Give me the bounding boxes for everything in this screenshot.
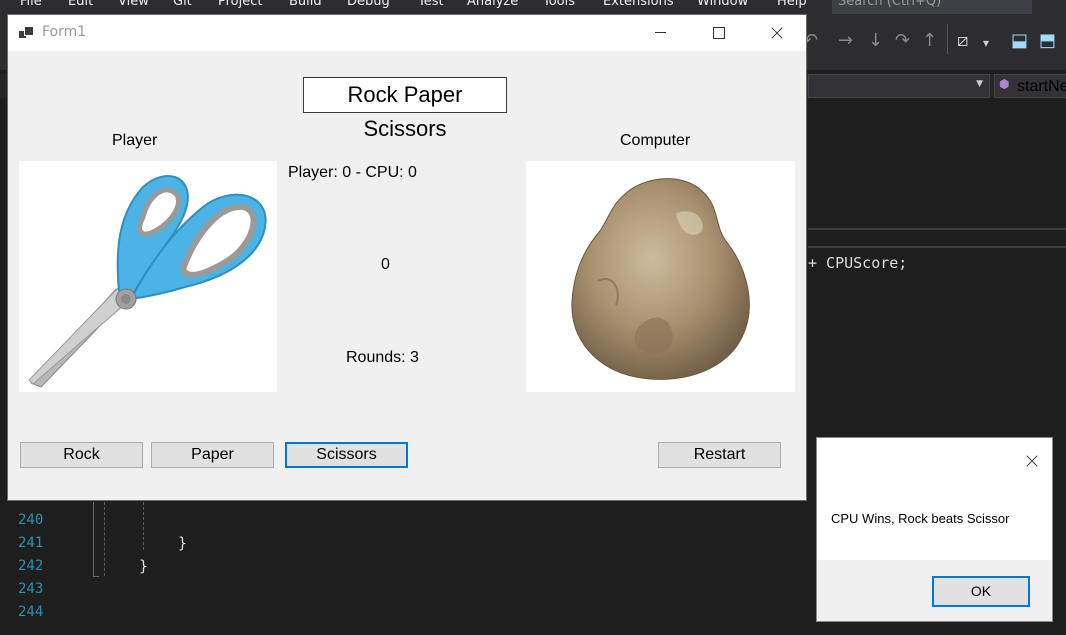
message-box: CPU Wins, Rock beats Scissor OK <box>816 437 1053 622</box>
form1-window: Form1 Rock Paper Scissors Player Compute… <box>7 14 807 501</box>
method-icon: ⬢ <box>999 77 1010 91</box>
vs-member-label: startNe <box>1017 78 1066 95</box>
vs-menu-window[interactable]: Window <box>697 0 748 9</box>
minimize-button[interactable] <box>632 15 690 51</box>
close-icon <box>770 26 784 40</box>
format-tool-icon[interactable]: ⬓ <box>1011 30 1028 51</box>
player-choice-picture <box>19 161 277 392</box>
maximize-icon <box>713 27 725 39</box>
vs-menu-build[interactable]: Build <box>289 0 322 9</box>
form-title-bar[interactable]: Form1 <box>8 15 806 51</box>
code-fragment[interactable]: + CPUScore; <box>808 254 907 272</box>
code-fold-end <box>93 576 99 577</box>
restart-button[interactable]: Restart <box>658 442 781 468</box>
editor-divider <box>808 246 1066 248</box>
breakpoint-tool-icon[interactable]: ⧄ <box>957 30 968 51</box>
message-close-button[interactable] <box>1019 448 1045 474</box>
chevron-down-icon: ▼ <box>976 79 983 89</box>
game-title: Rock Paper Scissors <box>303 77 507 141</box>
message-text: CPU Wins, Rock beats Scissor <box>831 511 1010 526</box>
align-tool-icon[interactable]: ⬒ <box>1039 30 1056 51</box>
step-out-icon[interactable]: ↑ <box>922 30 937 51</box>
scissors-button[interactable]: Scissors <box>285 442 408 468</box>
paper-button[interactable]: Paper <box>151 442 274 468</box>
score-label: Player: 0 - CPU: 0 <box>288 164 417 181</box>
code-fold-line <box>93 502 94 576</box>
dropdown-arrow-icon[interactable]: ▾ <box>983 36 989 50</box>
closing-brace[interactable]: } <box>139 557 148 575</box>
vs-menu-tools[interactable]: Tools <box>543 0 575 9</box>
app-icon <box>19 26 34 40</box>
vs-menu-help[interactable]: Help <box>777 0 807 9</box>
ok-button[interactable]: OK <box>932 576 1030 607</box>
scissors-image <box>28 175 267 388</box>
round-counter-label: 0 <box>381 256 390 273</box>
vs-member-dropdown[interactable]: ⬢ startNe <box>994 74 1066 98</box>
vs-menu-edit[interactable]: Edit <box>68 0 93 9</box>
player-label: Player <box>112 132 158 149</box>
vs-menu-debug[interactable]: Debug <box>347 0 390 9</box>
rock-button[interactable]: Rock <box>20 442 143 468</box>
rounds-label: Rounds: 3 <box>346 349 419 366</box>
close-button[interactable] <box>748 15 806 51</box>
step-over-icon[interactable]: → <box>838 30 853 51</box>
vs-menu-view[interactable]: View <box>118 0 149 9</box>
toolbar-separator <box>947 24 948 54</box>
computer-label: Computer <box>620 132 691 149</box>
vs-menu-analyze[interactable]: Analyze <box>467 0 518 9</box>
closing-brace[interactable]: } <box>178 534 187 552</box>
line-number: 243 <box>18 581 44 597</box>
form-title: Form1 <box>42 24 87 40</box>
rock-image <box>571 178 750 380</box>
vs-scope-dropdown[interactable]: ▼ <box>808 74 990 98</box>
vs-menu-file[interactable]: File <box>20 0 42 9</box>
vs-search-box[interactable]: Search (Ctrl+Q) <box>832 0 1032 14</box>
computer-choice-picture <box>526 161 795 392</box>
editor-divider <box>808 228 1066 230</box>
line-number: 244 <box>18 604 44 620</box>
message-footer: OK <box>817 560 1052 621</box>
indent-guide <box>143 502 144 550</box>
minimize-icon <box>655 32 666 33</box>
close-icon <box>1025 454 1039 468</box>
vs-menu-project[interactable]: Project <box>218 0 262 9</box>
indent-guide <box>104 502 105 576</box>
vs-menu-test[interactable]: Test <box>418 0 444 9</box>
vs-search-placeholder: Search (Ctrl+Q) <box>838 0 942 9</box>
redo-icon[interactable]: ↷ <box>895 30 910 51</box>
line-number: 242 <box>18 558 44 574</box>
line-number: 240 <box>18 512 44 528</box>
maximize-button[interactable] <box>690 15 748 51</box>
step-into-icon[interactable]: ↓ <box>868 30 883 51</box>
vs-menu-extensions[interactable]: Extensions <box>603 0 674 9</box>
line-number: 241 <box>18 535 44 551</box>
vs-menu-git[interactable]: Git <box>173 0 192 9</box>
